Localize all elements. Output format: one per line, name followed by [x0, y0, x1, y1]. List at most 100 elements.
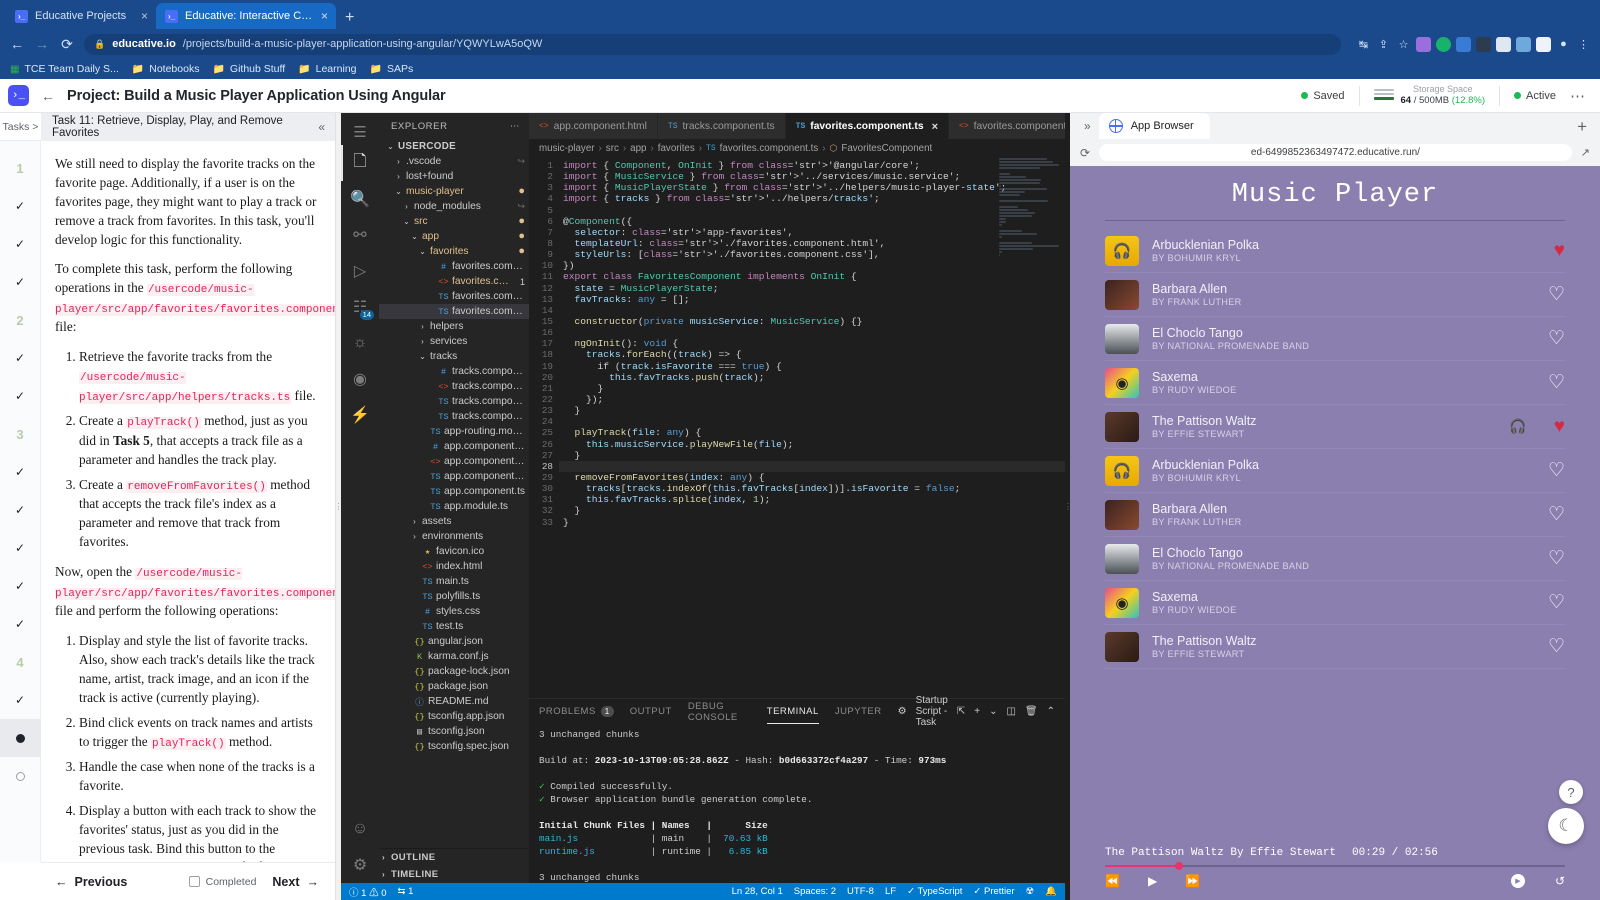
tree-item[interactable]: › helpers — [379, 319, 529, 334]
outline-section[interactable]: › OUTLINE — [379, 849, 529, 866]
more-options-icon[interactable]: ⋯ — [1570, 87, 1586, 105]
code-editor[interactable]: 1 2 3 4 5 6 7 8 9 10 11 12 13 14 15 16 17 18 19 20 21 22 23 24 2… — [529, 157, 1065, 698]
tree-item[interactable]: ⌄ tracks — [379, 349, 529, 364]
minimap[interactable] — [995, 157, 1065, 698]
ext-icon-dark[interactable] — [1476, 36, 1491, 52]
tree-item[interactable]: TSfavorites.component.spec.ts — [379, 289, 529, 304]
extensions-icon[interactable]: ☷ 14 — [341, 289, 379, 325]
favorite-toggle-icon[interactable]: ♡ — [1538, 549, 1565, 568]
collapse-panel-icon[interactable]: ⌃ — [1047, 706, 1055, 717]
back-arrow-icon[interactable]: ← — [41, 88, 55, 104]
track-artist[interactable]: BY NATIONAL PROMENADE BAND — [1152, 341, 1525, 351]
step-indicator-9[interactable]: ✓ — [0, 491, 41, 529]
open-external-icon[interactable]: ↗ — [1581, 146, 1590, 159]
track-name[interactable]: El Choclo Tango — [1152, 326, 1525, 340]
breadcrumb-item[interactable]: app — [630, 143, 646, 154]
tree-item[interactable]: › node_modules ↪ — [379, 199, 529, 214]
tree-item[interactable]: ⌄ app ● — [379, 229, 529, 244]
tree-item[interactable]: ⌄ src ● — [379, 214, 529, 229]
previous-track-icon[interactable]: ⏪ — [1105, 874, 1120, 888]
track-row[interactable]: ◉ Saxema BY RUDY WIEDOE ♡ — [1105, 581, 1565, 625]
tree-item[interactable]: › services — [379, 334, 529, 349]
tree-item[interactable]: ⌄ favorites ● — [379, 244, 529, 259]
bookmark-item[interactable]: 📁 Github Stuff — [212, 63, 285, 75]
previous-button[interactable]: ← Previous — [55, 875, 127, 889]
favorite-toggle-icon[interactable]: ♡ — [1538, 285, 1565, 304]
browser-tab-2[interactable]: ›_ Educative: Interactive Courses × — [156, 3, 336, 29]
chevron-right-icon[interactable]: » — [1076, 119, 1099, 133]
panel-tab[interactable]: OUTPUT — [630, 699, 672, 724]
kill-terminal-icon[interactable]: 🗑 — [1025, 706, 1038, 717]
reload-icon[interactable]: ⟳ — [1080, 146, 1090, 160]
panel-tab[interactable]: TERMINAL — [767, 699, 819, 724]
step-indicator-3[interactable]: ✓ — [0, 263, 41, 301]
encoding[interactable]: UTF-8 — [847, 886, 874, 897]
run-debug-icon[interactable]: ▷ — [341, 253, 379, 289]
theme-toggle-button[interactable]: ☾ — [1548, 808, 1584, 844]
tree-item[interactable]: ▤ tsconfig.json — [379, 724, 529, 739]
back-icon[interactable]: ← — [9, 36, 25, 52]
indentation[interactable]: Spaces: 2 — [794, 886, 836, 897]
track-name[interactable]: The Pattison Waltz — [1152, 634, 1525, 648]
app-browser-tab[interactable]: App Browser — [1098, 113, 1210, 139]
reload-icon[interactable]: ⟳ — [59, 36, 75, 53]
address-bar[interactable]: 🔒 educative.io/projects/build-a-music-pl… — [84, 33, 1341, 55]
close-icon[interactable]: × — [141, 9, 148, 23]
progress-slider[interactable] — [1105, 862, 1565, 870]
autoplay-icon[interactable]: ▶ — [1510, 874, 1525, 888]
favorite-toggle-icon[interactable]: ♥ — [1544, 241, 1565, 260]
breadcrumb-item[interactable]: favorites — [658, 143, 695, 154]
accounts-icon[interactable]: ☺ — [341, 811, 379, 847]
step-indicator-14[interactable]: ✓ — [0, 681, 41, 719]
forward-icon[interactable]: → — [34, 36, 50, 52]
tree-item[interactable]: TS test.ts — [379, 619, 529, 634]
tree-item[interactable]: {} angular.json — [379, 634, 529, 649]
terminal-chevron-icon[interactable]: ⇱ — [957, 706, 965, 717]
bell-icon[interactable]: 🔔 — [1045, 886, 1057, 897]
live-share-icon[interactable]: ☼ — [341, 325, 379, 361]
tree-item[interactable]: › .vscode ↪ — [379, 154, 529, 169]
ext-icon-pen[interactable] — [1416, 36, 1431, 52]
tree-item[interactable]: TSfavorites.component.ts — [379, 304, 529, 319]
editor-tab[interactable]: <> app.component.html — [529, 113, 658, 139]
ext-icon-panel[interactable] — [1536, 36, 1551, 52]
close-icon[interactable]: × — [321, 9, 328, 23]
track-artist[interactable]: BY BOHUMIR KRYL — [1152, 473, 1525, 483]
track-name[interactable]: Saxema — [1152, 370, 1525, 384]
track-name[interactable]: Arbucklenian Polka — [1152, 458, 1525, 472]
tree-item[interactable]: TSapp-routing.module.ts — [379, 424, 529, 439]
tree-item[interactable]: › lost+found — [379, 169, 529, 184]
track-name[interactable]: Barbara Allen — [1152, 282, 1525, 296]
step-indicator-8[interactable]: ✓ — [0, 453, 41, 491]
ext-icon-grammarly[interactable] — [1436, 36, 1451, 52]
panel-tab[interactable]: DEBUG CONSOLE — [688, 699, 751, 724]
tree-item[interactable]: › assets — [379, 514, 529, 529]
track-artist[interactable]: BY EFFIE STEWART — [1152, 429, 1496, 439]
step-indicator-10[interactable]: ✓ — [0, 529, 41, 567]
editor-tab[interactable]: TS favorites.component.ts × — [785, 113, 950, 139]
track-row[interactable]: 🎧 Arbucklenian Polka BY BOHUMIR KRYL ♥ — [1105, 229, 1565, 273]
chrome-menu-icon[interactable]: ⋮ — [1576, 37, 1591, 52]
track-name[interactable]: Barbara Allen — [1152, 502, 1525, 516]
new-tab-button[interactable]: + — [336, 10, 363, 29]
step-indicator-7[interactable]: 3 — [0, 415, 41, 453]
track-name[interactable]: Arbucklenian Polka — [1152, 238, 1531, 252]
completed-checkbox[interactable]: Completed — [188, 876, 256, 888]
track-name[interactable]: Saxema — [1152, 590, 1525, 604]
track-row[interactable]: Barbara Allen BY FRANK LUTHER ♡ — [1105, 493, 1565, 537]
track-artist[interactable]: BY BOHUMIR KRYL — [1152, 253, 1531, 263]
browser-tab-1[interactable]: ›_ Educative Projects × — [6, 3, 156, 29]
track-row[interactable]: The Pattison Waltz BY EFFIE STEWART 🎧 ♥ — [1105, 405, 1565, 449]
tree-item[interactable]: Kkarma.conf.js — [379, 649, 529, 664]
tree-item[interactable]: # favorites.component.css — [379, 259, 529, 274]
favorite-toggle-icon[interactable]: ♡ — [1538, 593, 1565, 612]
tree-item[interactable]: <>app.component.html — [379, 454, 529, 469]
profile-avatar[interactable]: ● — [1556, 37, 1571, 52]
line-ending[interactable]: LF — [885, 886, 896, 897]
bookmark-star-icon[interactable]: ☆ — [1396, 37, 1411, 52]
problems-status[interactable]: ⓘ 1 ⚠ 0 — [349, 885, 387, 899]
track-artist[interactable]: BY NATIONAL PROMENADE BAND — [1152, 561, 1525, 571]
tree-item[interactable]: # tracks.component.css — [379, 364, 529, 379]
close-icon[interactable]: × — [932, 121, 938, 133]
app-url[interactable]: ed-6499852363497472.educative.run/ — [1099, 144, 1572, 161]
